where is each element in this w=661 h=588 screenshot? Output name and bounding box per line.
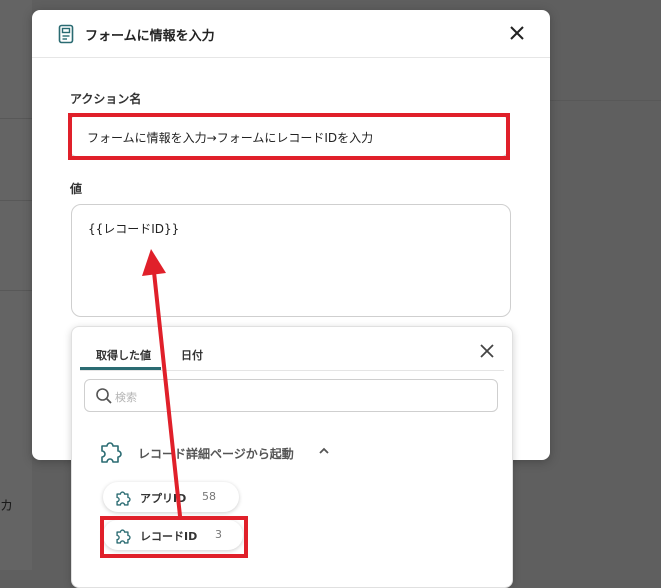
tab-date[interactable]: 日付 bbox=[181, 347, 203, 363]
modal-header: フォームに情報を入力 bbox=[32, 10, 550, 58]
active-tab-indicator bbox=[80, 367, 161, 370]
action-name-label: アクション名 bbox=[70, 92, 142, 106]
background-divider bbox=[0, 118, 32, 119]
highlight-box-record-id bbox=[100, 516, 248, 558]
item-label: アプリID bbox=[140, 492, 187, 505]
search-input[interactable]: 検索 bbox=[84, 379, 498, 412]
chevron-up-icon[interactable] bbox=[318, 445, 330, 457]
close-icon[interactable] bbox=[508, 24, 526, 42]
highlight-box-action-name bbox=[68, 113, 510, 160]
value-label: 値 bbox=[70, 182, 83, 196]
tab-divider bbox=[80, 370, 504, 371]
background-divider bbox=[0, 290, 32, 291]
background-divider bbox=[0, 200, 32, 201]
group-label: レコード詳細ページから起動 bbox=[138, 447, 294, 461]
search-placeholder: 検索 bbox=[115, 391, 137, 404]
document-icon bbox=[58, 24, 74, 44]
background-divider bbox=[550, 100, 661, 101]
group-record-detail-launch[interactable]: レコード詳細ページから起動 bbox=[96, 435, 376, 467]
puzzle-icon bbox=[116, 491, 131, 506]
tab-acquired-values[interactable]: 取得した値 bbox=[96, 347, 151, 363]
value-field[interactable]: {{レコードID}} bbox=[71, 204, 511, 317]
close-icon[interactable] bbox=[480, 344, 494, 358]
background-partial-label: カ bbox=[0, 499, 14, 514]
item-count: 58 bbox=[202, 490, 216, 503]
background-sidebar bbox=[0, 0, 32, 570]
puzzle-icon bbox=[101, 442, 122, 463]
list-item-app-id[interactable]: アプリID 58 bbox=[103, 482, 239, 512]
search-icon bbox=[96, 388, 112, 404]
modal-title: フォームに情報を入力 bbox=[85, 29, 215, 44]
